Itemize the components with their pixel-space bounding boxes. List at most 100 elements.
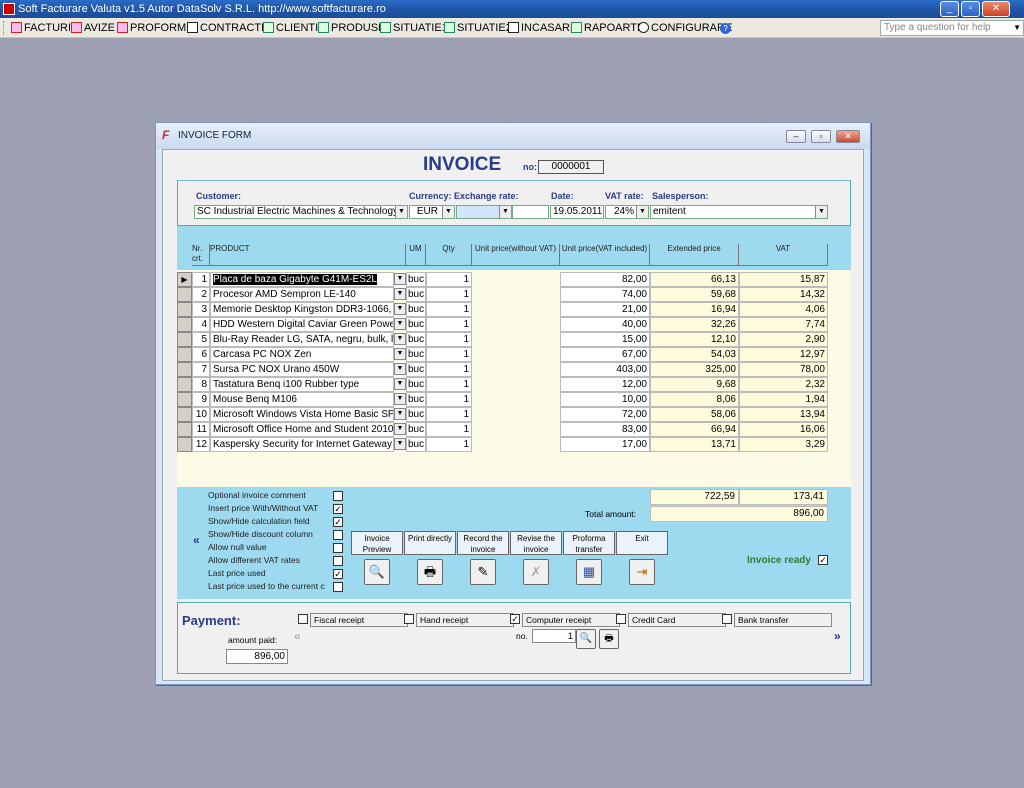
chevron-down-icon[interactable]: ▼ [1013,21,1021,35]
menu-situatie2[interactable]: SITUATIE2 [443,20,512,36]
cell-product[interactable]: Sursa PC NOX Urano 450W [210,362,394,377]
cell-unit-price-vat[interactable]: 67,00 [560,347,650,362]
invoice-ready-checkbox[interactable]: ✓ [818,555,828,565]
table-row[interactable]: 10 Microsoft Windows Vista Home Basic SP2… [177,407,851,422]
chevron-down-icon[interactable]: ▼ [499,206,511,218]
cell-unit-price-vat[interactable]: 83,00 [560,422,650,437]
date-field[interactable]: 19.05.2011 [550,205,604,219]
menu-rapoarte[interactable]: RAPOARTE [570,20,644,36]
window-minimize-button[interactable]: – [786,130,806,143]
chevron-down-icon[interactable]: ▼ [394,393,406,405]
chevron-down-icon[interactable]: ▼ [636,206,648,218]
salesperson-select[interactable]: emitent ▼ [650,205,828,219]
option-checkbox[interactable]: ✓ [333,504,343,514]
option-checkbox[interactable] [333,582,343,592]
chevron-down-icon[interactable]: ▼ [394,288,406,300]
chevron-down-icon[interactable]: ▼ [394,273,406,285]
customer-select[interactable]: SC Industrial Electric Machines & Techno… [194,205,408,219]
cell-qty[interactable]: 1 [426,347,472,362]
cell-unit-price-vat[interactable]: 40,00 [560,317,650,332]
table-row[interactable]: 11 Microsoft Office Home and Student 2010… [177,422,851,437]
amount-paid-field[interactable]: 896,00 [226,649,288,664]
cell-um[interactable]: buc [406,347,426,362]
cell-product[interactable]: Tastatura Benq i100 Rubber type [210,377,394,392]
payment-method-checkbox[interactable] [404,614,414,624]
menu-avize[interactable]: AVIZE [70,20,115,36]
receipt-preview-icon[interactable]: 🔍 [576,629,596,649]
toolbar-grip[interactable] [3,21,6,35]
maximize-button[interactable]: ▫ [961,1,980,17]
cell-unit-price-vat[interactable]: 72,00 [560,407,650,422]
chevron-down-icon[interactable]: ▼ [394,333,406,345]
cell-unit-price-vat[interactable]: 74,00 [560,287,650,302]
cell-product[interactable]: Kaspersky Security for Internet Gateway [210,437,394,452]
row-selector[interactable] [177,422,192,437]
payment-method-checkbox[interactable] [616,614,626,624]
row-selector[interactable] [177,377,192,392]
row-selector[interactable] [177,302,192,317]
option-checkbox[interactable] [333,543,343,553]
chevron-down-icon[interactable]: ▼ [394,363,406,375]
cell-qty[interactable]: 1 [426,317,472,332]
menu-configurare[interactable]: CONFIGURARE [637,20,732,36]
cell-um[interactable]: buc [406,392,426,407]
cell-um[interactable]: buc [406,422,426,437]
chevron-down-icon[interactable]: ▼ [394,303,406,315]
row-selector[interactable] [177,362,192,377]
option-checkbox[interactable] [333,556,343,566]
cell-product[interactable]: Placa de baza Gigabyte G41M-ES2L [210,272,394,287]
row-selector[interactable] [177,347,192,362]
table-row[interactable]: 8 Tastatura Benq i100 Rubber type ▼ buc 1 12,… [177,377,851,392]
cell-qty[interactable]: 1 [426,392,472,407]
menu-produse[interactable]: PRODUSE [317,20,385,36]
print-directly-button[interactable]: Print directly [404,531,456,555]
record-invoice-button[interactable]: Record the invoice [457,531,509,555]
cell-qty[interactable]: 1 [426,422,472,437]
cell-um[interactable]: buc [406,437,426,452]
record-icon[interactable]: ✎ [470,559,496,585]
table-row[interactable]: 2 Procesor AMD Sempron LE-140 ▼ buc 1 74,00 59… [177,287,851,302]
cell-um[interactable]: buc [406,287,426,302]
menu-incasari[interactable]: INCASARI [507,20,573,36]
close-button[interactable]: ✕ [982,1,1010,17]
revise-icon[interactable]: ✗ [523,559,549,585]
table-row[interactable]: 7 Sursa PC NOX Urano 450W ▼ buc 1 403,00 325,0… [177,362,851,377]
cell-product[interactable]: Memorie Desktop Kingston DDR3-1066, 1 [210,302,394,317]
table-row[interactable]: 5 Blu-Ray Reader LG, SATA, negru, bulk, l… [177,332,851,347]
proforma-transfer-button[interactable]: Proforma transfer [563,531,615,555]
menu-proforme[interactable]: PROFORME [116,20,194,36]
receipt-printer-icon[interactable]: 🖶 [599,629,619,649]
nav-left-icon[interactable]: « [193,533,200,547]
option-checkbox[interactable]: ✓ [333,517,343,527]
pay-nav-right-icon[interactable]: » [834,629,841,643]
cell-um[interactable]: buc [406,332,426,347]
table-row[interactable]: 6 Carcasa PC NOX Zen ▼ buc 1 67,00 54,03 12,97 [177,347,851,362]
cell-product[interactable]: Microsoft Windows Vista Home Basic SP2 [210,407,394,422]
invoice-preview-button[interactable]: Invoice Preview [351,531,403,555]
cell-unit-price-vat[interactable]: 21,00 [560,302,650,317]
option-checkbox[interactable] [333,530,343,540]
currency-select[interactable]: EUR ▼ [409,205,455,219]
payment-method-checkbox[interactable]: ✓ [510,614,520,624]
exchange-rate-select[interactable]: ▼ [456,205,512,219]
chevron-down-icon[interactable]: ▼ [395,206,407,218]
cell-qty[interactable]: 1 [426,407,472,422]
exchange-rate-field[interactable] [512,205,549,219]
chevron-down-icon[interactable]: ▼ [442,206,454,218]
exit-button[interactable]: Exit [616,531,668,555]
chevron-down-icon[interactable]: ▼ [815,206,827,218]
cell-unit-price-vat[interactable]: 15,00 [560,332,650,347]
cell-unit-price-vat[interactable]: 82,00 [560,272,650,287]
cell-product[interactable]: Blu-Ray Reader LG, SATA, negru, bulk, li [210,332,394,347]
table-row[interactable]: 4 HDD Western Digital Caviar Green Power ▼… [177,317,851,332]
menu-facturi[interactable]: FACTURI [10,20,71,36]
menu-situatie1[interactable]: SITUATIE1 [379,20,448,36]
menu-contracte[interactable]: CONTRACTE [186,20,268,36]
chevron-down-icon[interactable]: ▼ [394,408,406,420]
cell-qty[interactable]: 1 [426,332,472,347]
row-selector[interactable] [177,437,192,452]
cell-product[interactable]: Procesor AMD Sempron LE-140 [210,287,394,302]
cell-product[interactable]: Carcasa PC NOX Zen [210,347,394,362]
row-selector[interactable] [177,407,192,422]
chevron-down-icon[interactable]: ▼ [394,423,406,435]
